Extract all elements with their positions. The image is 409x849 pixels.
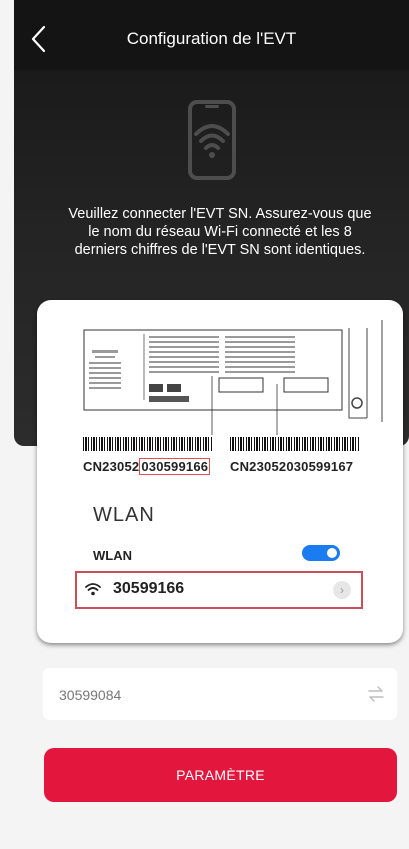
page-title: Configuration de l'EVT: [126, 29, 297, 48]
barcode-2: [230, 437, 360, 451]
serial-highlight: 030599166: [139, 458, 211, 475]
swap-arrows-icon[interactable]: [367, 685, 385, 703]
device-label-illustration: [83, 320, 383, 435]
wlan-heading: WLAN: [93, 504, 155, 526]
serial-number-1: CN23052 030599166: [83, 458, 211, 475]
illustration-card: CN23052 030599166 CN23052030599167 WLAN W…: [37, 300, 403, 643]
chevron-right-icon: ›: [333, 581, 351, 599]
instructions-text: Veuillez connecter l'EVT SN. Assurez-vou…: [68, 206, 372, 258]
wifi-icon: [85, 583, 101, 596]
wlan-label: WLAN: [93, 548, 132, 563]
network-row: 30599166 ›: [75, 571, 363, 609]
parametre-button[interactable]: PARAMÈTRE: [44, 748, 397, 802]
phone-wifi-icon: [188, 100, 236, 180]
network-name: 30599166: [113, 580, 185, 597]
wlan-toggle: [302, 545, 340, 561]
sn-input-row: [43, 668, 397, 722]
toggle-knob: [327, 548, 337, 558]
sn-input[interactable]: [57, 668, 331, 722]
serial-prefix: CN23052: [83, 459, 140, 474]
serial-number-2: CN23052030599167: [230, 459, 354, 474]
barcode-1: [83, 437, 213, 451]
